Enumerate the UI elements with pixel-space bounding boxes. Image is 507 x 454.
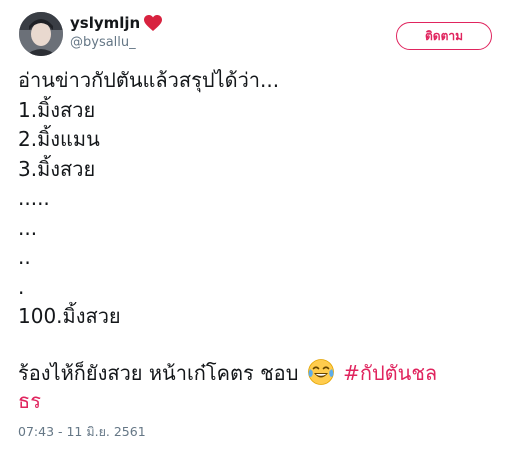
- tweet-text: อ่านข่าวกัปตันแล้วสรุปได้ว่า... 1.มิ้งสว…: [18, 66, 498, 417]
- tweet-line: อ่านข่าวกัปตันแล้วสรุปได้ว่า...: [18, 68, 280, 92]
- hashtag-link-continued[interactable]: ธร: [18, 387, 498, 417]
- face-with-tears-of-joy-icon: [307, 358, 335, 386]
- tweet-line: .: [18, 274, 25, 299]
- tweet-line: ...: [18, 215, 38, 240]
- display-name[interactable]: yslymljn: [70, 14, 140, 32]
- avatar[interactable]: [19, 12, 63, 56]
- tweet-line: 1.มิ้งสวย: [18, 97, 96, 122]
- tweet-line: 3.มิ้งสวย: [18, 156, 96, 181]
- red-heart-icon: [144, 14, 163, 32]
- timestamp[interactable]: 07:43 - 11 มิ.ย. 2561: [18, 422, 146, 442]
- tweet-line: .....: [18, 186, 50, 210]
- hashtag-link[interactable]: #กัปตันชล: [343, 361, 437, 385]
- tweet-line: 100.มิ้งสวย: [18, 304, 121, 328]
- user-info: yslymljn @bysallu_: [70, 12, 163, 50]
- closing-text: ร้องไห้ก็ยังสวย หน้าเก๋โคตร ชอบ: [18, 360, 299, 385]
- user-handle[interactable]: @bysallu_: [70, 35, 162, 50]
- tweet-closing-line: ร้องไห้ก็ยังสวย หน้าเก๋โคตร ชอบ #กัปตันช…: [18, 358, 498, 388]
- tweet-card: yslymljn @bysallu_ ติดตาม อ่านข่าวกัปตัน…: [0, 0, 507, 454]
- tweet-line: ..: [18, 245, 31, 269]
- follow-button[interactable]: ติดตาม: [396, 22, 492, 50]
- tweet-line: 2.มิ้งแมน: [18, 127, 100, 151]
